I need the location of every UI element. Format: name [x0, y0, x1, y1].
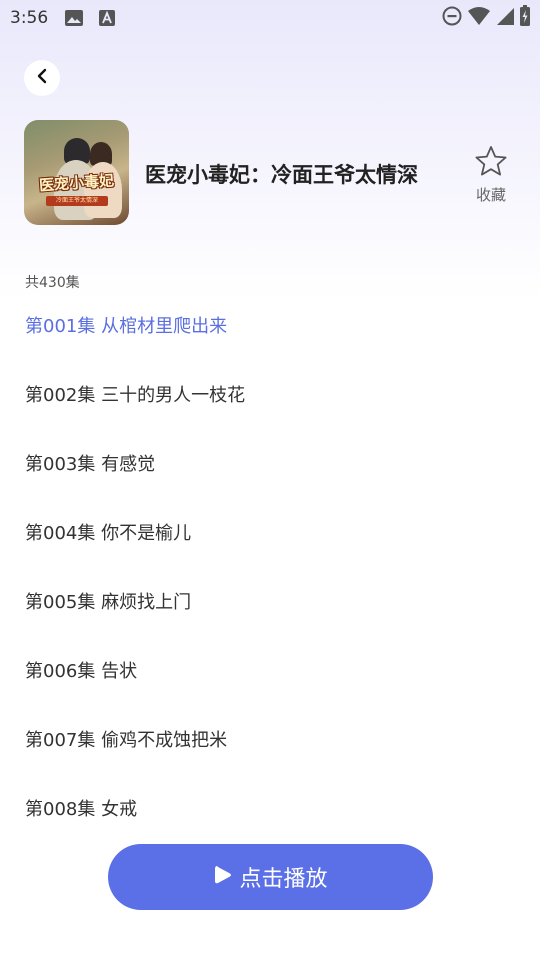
status-time: 3:56: [10, 8, 49, 28]
star-icon: [474, 145, 508, 181]
battery-icon: [519, 5, 531, 31]
cover-subtitle-art: 冷面王爷太情深: [46, 196, 108, 206]
status-icons: [441, 5, 531, 31]
episode-item[interactable]: 第007集 偷鸡不成蚀把米: [0, 728, 540, 797]
episode-item[interactable]: 第001集 从棺材里爬出来: [0, 314, 540, 383]
drama-title: 医宠小毒妃：冷面王爷太情深: [145, 163, 418, 187]
episode-count: 共430集: [25, 275, 80, 291]
image-notification-icon: [64, 8, 84, 32]
play-button[interactable]: 点击播放: [108, 844, 433, 910]
episode-item[interactable]: 第004集 你不是榆儿: [0, 521, 540, 590]
do-not-disturb-icon: [441, 5, 463, 31]
back-button[interactable]: [24, 60, 60, 96]
play-button-label: 点击播放: [239, 867, 328, 892]
episode-list: 第001集 从棺材里爬出来 第002集 三十的男人一枝花 第003集 有感觉 第…: [0, 314, 540, 866]
episode-item[interactable]: 第002集 三十的男人一枝花: [0, 383, 540, 452]
episode-item[interactable]: 第005集 麻烦找上门: [0, 590, 540, 659]
favorite-button[interactable]: 收藏: [470, 145, 512, 205]
favorite-label: 收藏: [475, 186, 506, 204]
play-icon: [213, 864, 233, 890]
cellular-signal-icon: [495, 6, 515, 30]
drama-cover-image[interactable]: 医宠小毒妃 冷面王爷太情深: [24, 120, 129, 225]
font-notification-icon: [97, 8, 117, 32]
chevron-left-icon: [34, 68, 50, 88]
episode-item[interactable]: 第006集 告状: [0, 659, 540, 728]
episode-item[interactable]: 第003集 有感觉: [0, 452, 540, 521]
status-bar: 3:56: [0, 0, 540, 36]
wifi-icon: [467, 6, 491, 30]
